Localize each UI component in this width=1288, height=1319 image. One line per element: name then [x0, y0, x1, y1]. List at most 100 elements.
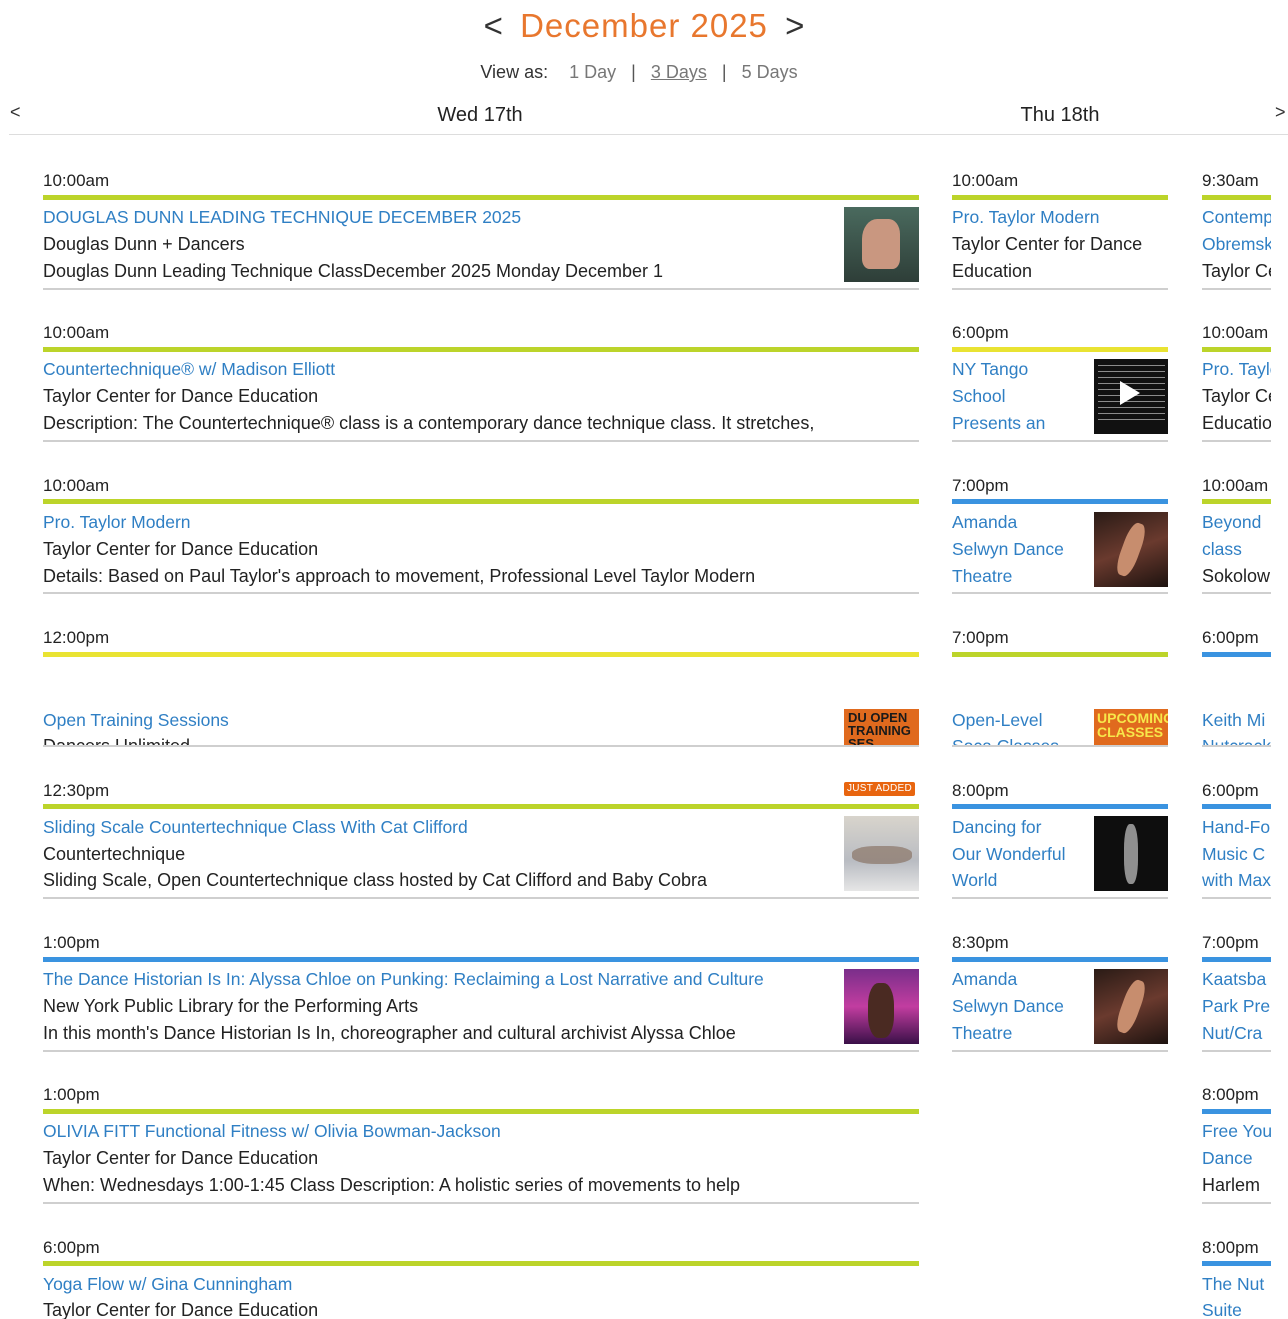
event-card: 7:00pm Kaatsba Park Pre Nut/Cra — [1202, 932, 1271, 1054]
event-time: 8:30pm — [952, 933, 1009, 952]
event-time: 8:00pm — [1202, 1238, 1259, 1257]
event-venue: Taylor Center for Dance Education — [43, 1148, 319, 1168]
event-title-link[interactable]: Music C — [1202, 841, 1265, 868]
event-thumbnail[interactable] — [844, 969, 919, 1044]
event-bar — [1202, 195, 1271, 200]
event-title-link[interactable]: Open Training Sessions — [43, 707, 229, 734]
prev-month-button[interactable]: < — [484, 7, 503, 44]
event-title-link[interactable]: Nut/Cra — [1202, 1020, 1262, 1047]
event-time: 1:00pm — [43, 933, 100, 952]
event-bar — [43, 347, 919, 352]
event-thumbnail[interactable]: DU OPEN TRAINING SES — [844, 709, 919, 746]
event-title-link[interactable]: School — [952, 383, 1006, 410]
event-card: 6:00pm Yoga Flow w/ Gina Cunningham Tayl… — [43, 1237, 919, 1319]
event-title-link[interactable]: NY Tango — [952, 356, 1028, 383]
event-title-link[interactable]: class — [1202, 536, 1242, 563]
event-title-link[interactable]: Open-Level — [952, 707, 1042, 734]
event-description: Sliding Scale, Open Countertechnique cla… — [43, 870, 708, 890]
day-header-thu: Thu 18th — [1020, 104, 1100, 126]
event-divider — [1202, 288, 1271, 290]
event-title-link[interactable]: Suite — [1202, 1297, 1242, 1319]
event-title-link[interactable]: Free You — [1202, 1118, 1271, 1145]
event-title-link[interactable]: Beyond — [1202, 509, 1261, 536]
event-title-link[interactable]: Selwyn Dance — [952, 536, 1064, 563]
event-bar — [1202, 1261, 1271, 1266]
event-title-link[interactable]: Kaatsba — [1202, 966, 1266, 993]
event-title-link[interactable]: Park Pre — [1202, 993, 1270, 1020]
event-card: 7:00pm Open-Level Soca Classes UPCOMING C… — [952, 627, 1168, 749]
next-day-button[interactable]: > — [1275, 102, 1286, 123]
event-title-link[interactable]: with Max — [1202, 867, 1271, 894]
event-title-link[interactable]: Dancing for — [952, 814, 1042, 841]
event-title-link[interactable]: DOUGLAS DUNN LEADING TECHNIQUE DECEMBER … — [43, 204, 521, 231]
event-time: 1:00pm — [43, 1085, 100, 1104]
event-title-link[interactable]: The Dance Historian Is In: Alyssa Chloe … — [43, 966, 764, 993]
event-title-link[interactable]: Theatre — [952, 1020, 1012, 1047]
event-time: 6:00pm — [1202, 781, 1259, 800]
prev-day-button[interactable]: < — [10, 102, 21, 123]
event-thumbnail[interactable] — [844, 816, 919, 891]
month-title: December 2025 — [520, 7, 768, 44]
event-title-link[interactable]: Our Wonderful — [952, 841, 1065, 868]
event-title-link[interactable]: Pro. Taylor Modern — [952, 204, 1100, 231]
event-divider — [43, 592, 919, 594]
event-card: 9:30am Contemporary Obremski Taylor Cent… — [1202, 170, 1271, 292]
view-switcher: View as: 1 Day | 3 Days | 5 Days — [0, 58, 1288, 86]
event-title-link[interactable]: Dance — [1202, 1145, 1253, 1172]
event-title-link[interactable]: OLIVIA FITT Functional Fitness w/ Olivia… — [43, 1118, 501, 1145]
event-title-link[interactable]: World — [952, 867, 997, 894]
event-time: 10:00am — [1202, 323, 1269, 342]
event-thumbnail[interactable] — [844, 207, 919, 282]
event-time: 10:00am — [952, 171, 1019, 190]
event-venue: Douglas Dunn + Dancers — [43, 234, 245, 254]
event-bar — [1202, 652, 1271, 657]
event-thumbnail[interactable]: UPCOMING CLASSES — [1094, 709, 1168, 746]
event-bar — [1202, 804, 1271, 809]
event-time: 10:00am — [43, 476, 110, 495]
event-title-link[interactable]: Selwyn Dance — [952, 993, 1064, 1020]
event-title-link[interactable]: Theatre — [952, 563, 1012, 590]
event-venue: Sokolow — [1202, 566, 1271, 586]
event-title-link[interactable]: Hand-Fo — [1202, 814, 1270, 841]
event-title-link[interactable]: Countertechnique® w/ Madison Elliott — [43, 356, 335, 383]
event-card: 8:00pm Dancing for Our Wonderful World — [952, 780, 1168, 902]
event-title-link[interactable]: Presents an — [952, 410, 1045, 437]
event-card: 10:00am Countertechnique® w/ Madison Ell… — [43, 322, 919, 444]
event-divider — [952, 440, 1168, 442]
event-title-link[interactable]: Pro. Taylor — [1202, 356, 1271, 383]
event-title-link[interactable]: Keith Mi — [1202, 707, 1265, 734]
event-title-link[interactable]: Amanda — [952, 966, 1017, 993]
event-time: 9:30am — [1202, 171, 1259, 190]
event-bar — [952, 347, 1168, 352]
view-5-days[interactable]: 5 Days — [742, 62, 798, 82]
event-divider — [952, 288, 1168, 290]
next-month-button[interactable]: > — [785, 7, 804, 44]
event-video-thumbnail[interactable] — [1094, 359, 1168, 434]
event-card: 8:00pm The Nut Suite — [1202, 1237, 1271, 1319]
event-thumbnail[interactable] — [1094, 512, 1168, 587]
event-description: Douglas Dunn Leading Technique ClassDece… — [43, 261, 664, 281]
event-description: Description: The Countertechnique® class… — [43, 413, 815, 433]
event-divider — [952, 897, 1168, 899]
event-bar — [952, 499, 1168, 504]
event-bar — [952, 652, 1168, 657]
event-venue: Countertechnique — [43, 844, 186, 864]
event-thumbnail[interactable] — [1094, 816, 1168, 891]
view-3-days[interactable]: 3 Days — [651, 62, 707, 82]
event-card: 10:00am Pro. Taylor Modern Taylor Center… — [43, 475, 919, 597]
event-title-link[interactable]: Amanda — [952, 509, 1017, 536]
separator: | — [721, 62, 727, 82]
event-time: 6:00pm — [1202, 628, 1259, 647]
play-icon[interactable] — [1120, 381, 1140, 405]
event-title-link[interactable]: Sliding Scale Countertechnique Class Wit… — [43, 814, 468, 841]
view-1-day[interactable]: 1 Day — [569, 62, 616, 82]
event-card: 6:00pm Hand-Fo Music C with Max — [1202, 780, 1271, 902]
event-title-link[interactable]: Yoga Flow w/ Gina Cunningham — [43, 1271, 292, 1298]
event-title-link[interactable]: Contemporary — [1202, 204, 1271, 231]
event-title-link[interactable]: Obremski — [1202, 231, 1271, 258]
event-venue: Taylor Center for Dance — [952, 234, 1143, 254]
event-title-link[interactable]: The Nut — [1202, 1271, 1264, 1298]
event-title-link[interactable]: Pro. Taylor Modern — [43, 509, 191, 536]
event-card: 1:00pm The Dance Historian Is In: Alyssa… — [43, 932, 919, 1054]
event-thumbnail[interactable] — [1094, 969, 1168, 1044]
